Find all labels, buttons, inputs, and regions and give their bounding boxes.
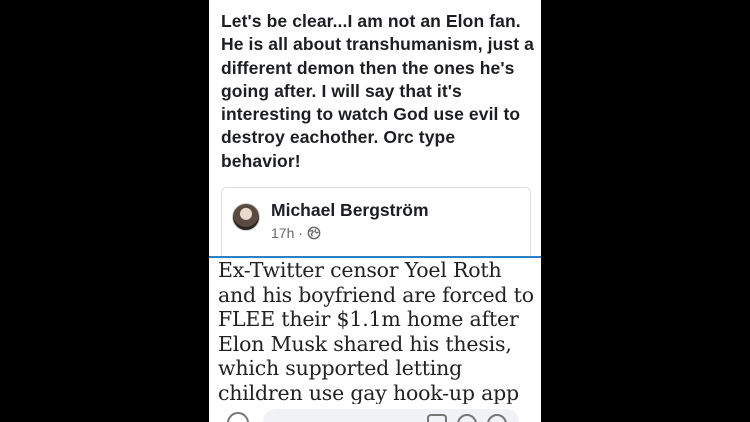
post-text-line: destroy eachother. Orc type bbox=[221, 127, 456, 148]
article-headline[interactable]: Ex-Twitter censor Yoel Roth and his boyf… bbox=[218, 258, 540, 406]
headline-line: and his boyfriend are forced to bbox=[218, 282, 534, 307]
sticker-icon[interactable] bbox=[427, 414, 447, 422]
post-text-line: going after. I will say that it's bbox=[221, 80, 462, 101]
avatar[interactable] bbox=[232, 203, 260, 231]
shared-post-header[interactable]: Michael Bergström 17h · bbox=[221, 187, 531, 258]
post-timestamp[interactable]: 17h bbox=[271, 225, 294, 241]
meta-separator: · bbox=[298, 225, 304, 241]
globe-icon bbox=[307, 226, 321, 240]
headline-line: children use gay hook-up app bbox=[218, 380, 519, 405]
headline-line: Elon Musk shared his thesis, bbox=[218, 331, 512, 356]
headline-line: FLEE their $1.1m home after bbox=[218, 307, 519, 332]
shared-author-name[interactable]: Michael Bergström bbox=[271, 200, 429, 221]
headline-line: which supported letting bbox=[218, 356, 463, 381]
post-text-line: behavior! bbox=[221, 150, 301, 171]
facebook-post-panel: Let's be clear...I am not an Elon fan. H… bbox=[209, 0, 541, 422]
post-meta: 17h · bbox=[271, 225, 321, 241]
post-text-line: different demon then the ones he's bbox=[221, 57, 515, 78]
post-body-text: Let's be clear...I am not an Elon fan. H… bbox=[221, 10, 536, 173]
headline-line: Ex-Twitter censor Yoel Roth bbox=[218, 258, 502, 282]
comment-input[interactable] bbox=[263, 409, 519, 422]
post-text-line: Let's be clear...I am not an Elon fan. bbox=[221, 11, 521, 31]
screen-background: Let's be clear...I am not an Elon fan. H… bbox=[0, 0, 750, 422]
post-text-line: interesting to watch God use evil to bbox=[221, 104, 521, 125]
post-text-line: He is all about transhumanism, just a bbox=[221, 34, 534, 55]
